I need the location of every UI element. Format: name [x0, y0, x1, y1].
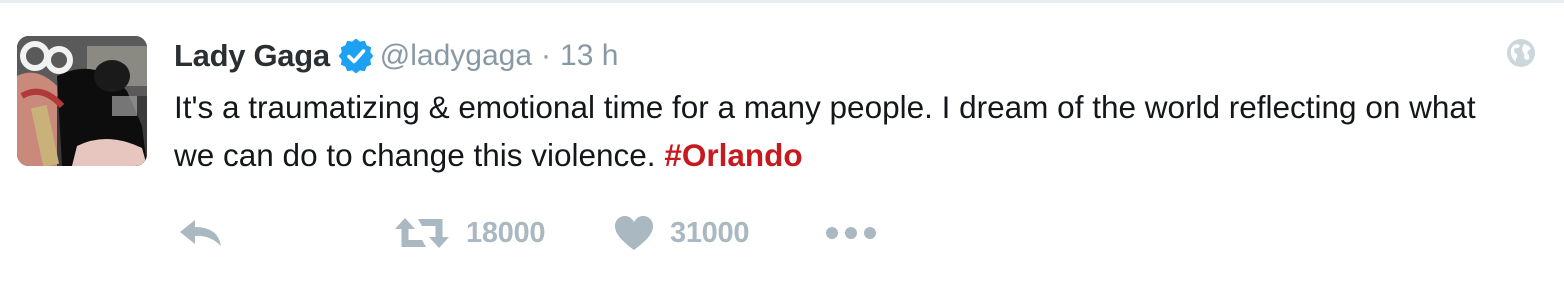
author-name[interactable]: Lady Gaga	[174, 38, 330, 74]
reply-button[interactable]	[178, 208, 224, 258]
tweet: Lady Gaga @ladygaga · 13 h It's a trauma…	[0, 3, 1564, 281]
like-button[interactable]: 31000	[614, 208, 749, 258]
separator-dot: ·	[541, 39, 552, 72]
globe-icon	[1505, 37, 1537, 69]
verified-badge-icon	[338, 38, 374, 74]
hashtag-link[interactable]: #Orlando	[664, 137, 802, 173]
more-button[interactable]	[824, 208, 878, 258]
tweet-actions: 18000 31000	[174, 208, 1174, 258]
heart-icon	[615, 216, 653, 250]
more-icon	[826, 227, 876, 239]
retweet-icon	[395, 218, 449, 248]
retweet-button[interactable]: 18000	[394, 208, 545, 258]
tweet-text: It's a traumatizing & emotional time for…	[174, 83, 1494, 179]
retweet-count: 18000	[466, 216, 546, 249]
avatar-image	[17, 36, 147, 166]
author-handle[interactable]: @ladygaga	[380, 39, 532, 73]
tweet-timestamp[interactable]: 13 h	[560, 39, 618, 73]
like-count: 31000	[670, 216, 750, 249]
reply-icon	[180, 220, 221, 246]
tweet-body: It's a traumatizing & emotional time for…	[174, 89, 1476, 173]
avatar[interactable]	[17, 36, 147, 166]
tweet-header: Lady Gaga @ladygaga · 13 h	[174, 33, 618, 79]
